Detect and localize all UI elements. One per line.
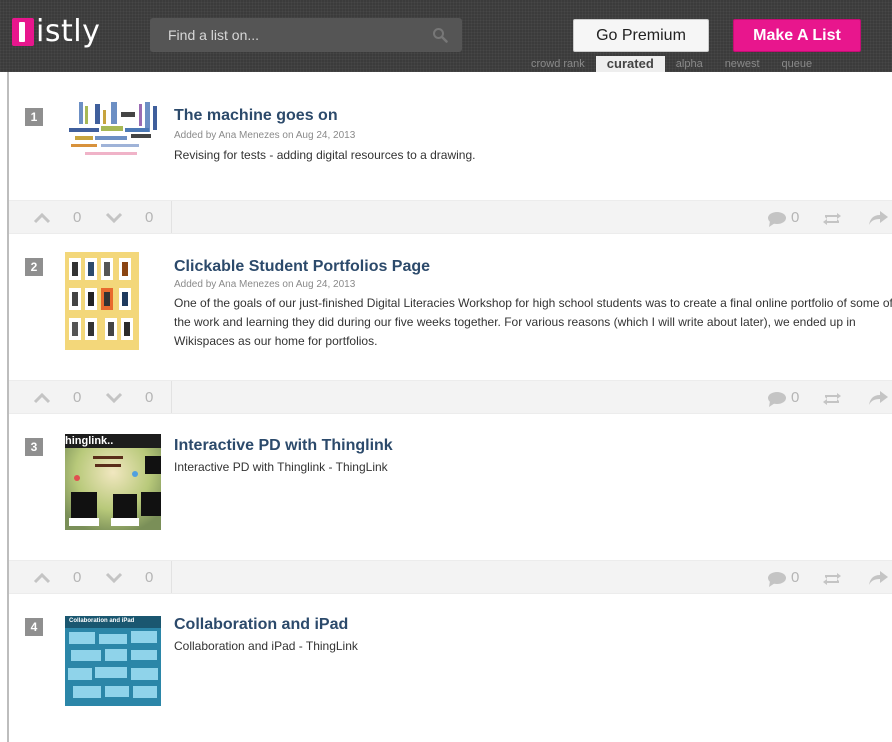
item-description: One of the goals of our just-finished Di… <box>174 296 892 348</box>
downvote-icon[interactable] <box>105 571 123 585</box>
list-item: 4 Collaboration and iPad Collaboration a… <box>9 594 892 742</box>
logo-mark-icon <box>12 18 34 46</box>
item-thumbnail[interactable] <box>65 100 161 162</box>
logo-text: istly <box>36 14 101 49</box>
vote-divider <box>171 561 172 593</box>
student-grid-image <box>65 252 139 350</box>
rank-badge: 2 <box>25 258 43 276</box>
share-icon[interactable] <box>867 209 889 227</box>
vote-bar: 0 0 0 <box>9 380 892 414</box>
comment-count: 0 <box>791 569 800 586</box>
upvote-count: 0 <box>73 209 82 226</box>
comment-count: 0 <box>791 389 800 406</box>
search-input[interactable] <box>168 27 418 43</box>
comment-count: 0 <box>791 209 800 226</box>
item-description: Collaboration and iPad - ThingLink <box>174 639 358 653</box>
make-a-list-button[interactable]: Make A List <box>733 19 861 52</box>
tab-queue[interactable]: queue <box>771 56 824 72</box>
upvote-count: 0 <box>73 389 82 406</box>
rank-badge: 4 <box>25 618 43 636</box>
list-item: 2 Clickable Student Portfolios Page Adde… <box>9 236 892 416</box>
thinglink-image <box>65 434 161 530</box>
downvote-count: 0 <box>145 569 154 586</box>
top-navbar: istly Go Premium Make A List crowd rank … <box>0 0 892 72</box>
share-icon[interactable] <box>867 389 889 407</box>
relist-icon[interactable] <box>821 390 843 408</box>
collab-ipad-image <box>65 616 161 706</box>
item-title[interactable]: The machine goes on <box>174 107 338 125</box>
item-meta: Added by Ana Menezes on Aug 24, 2013 <box>174 130 356 141</box>
upvote-icon[interactable] <box>33 391 51 405</box>
listly-logo[interactable]: istly <box>12 14 100 50</box>
thumbnail-caption: Collaboration and iPad <box>69 618 135 624</box>
item-description: Revising for tests - adding digital reso… <box>174 148 476 162</box>
search-icon[interactable] <box>432 27 448 43</box>
thumbnail-caption: hinglink.. <box>65 435 114 447</box>
list-item: 3 hinglink.. Interactive PD with Thingli… <box>9 414 892 594</box>
upvote-count: 0 <box>73 569 82 586</box>
rank-badge: 3 <box>25 438 43 456</box>
item-meta: Added by Ana Menezes on Aug 24, 2013 <box>174 279 356 290</box>
relist-icon[interactable] <box>821 570 843 588</box>
vote-divider <box>171 381 172 413</box>
comment-icon[interactable] <box>767 391 787 407</box>
vote-divider <box>171 201 172 233</box>
item-thumbnail[interactable]: hinglink.. <box>65 434 161 530</box>
rank-badge: 1 <box>25 108 43 126</box>
share-icon[interactable] <box>867 569 889 587</box>
list-item: 1 The machine goes on Added by Ana Menez… <box>9 72 892 234</box>
downvote-count: 0 <box>145 209 154 226</box>
vote-bar: 0 0 0 <box>9 560 892 594</box>
relist-icon[interactable] <box>821 210 843 228</box>
item-thumbnail[interactable] <box>65 252 139 350</box>
item-description: Interactive PD with Thinglink - ThingLin… <box>174 460 388 474</box>
item-thumbnail[interactable]: Collaboration and iPad <box>65 616 161 706</box>
downvote-count: 0 <box>145 389 154 406</box>
go-premium-button[interactable]: Go Premium <box>573 19 709 52</box>
downvote-icon[interactable] <box>105 391 123 405</box>
comment-icon[interactable] <box>767 211 787 227</box>
downvote-icon[interactable] <box>105 211 123 225</box>
word-cloud-image <box>69 102 157 155</box>
vote-bar: 0 0 0 <box>9 200 892 234</box>
comment-icon[interactable] <box>767 571 787 587</box>
item-title[interactable]: Interactive PD with Thinglink <box>174 437 393 455</box>
tab-curated[interactable]: curated <box>595 56 665 72</box>
item-title[interactable]: Clickable Student Portfolios Page <box>174 258 430 276</box>
tab-alpha[interactable]: alpha <box>665 56 714 72</box>
sort-tabs: crowd rank curated alpha newest queue <box>520 56 823 72</box>
item-title[interactable]: Collaboration and iPad <box>174 616 348 634</box>
upvote-icon[interactable] <box>33 211 51 225</box>
tab-crowd-rank[interactable]: crowd rank <box>520 56 596 72</box>
upvote-icon[interactable] <box>33 571 51 585</box>
search-box <box>150 18 462 52</box>
tab-newest[interactable]: newest <box>714 56 771 72</box>
